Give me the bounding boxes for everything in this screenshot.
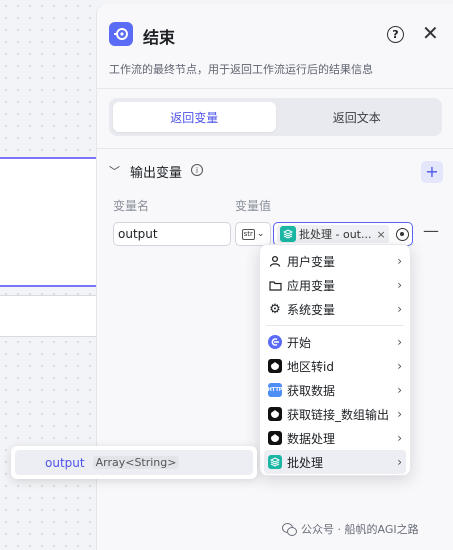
divider [266, 325, 404, 326]
tab-return-text[interactable]: 返回文本 [276, 102, 439, 132]
tab-return-variable[interactable]: 返回变量 [113, 102, 276, 132]
variable-picker-dropdown: 用户变量 › 应用变量 › ⚙ 系统变量 › 开始 › 地区转id › HTTP… [259, 244, 411, 476]
chevron-down-icon[interactable]: ﹀ [109, 163, 120, 179]
menu-item-label: 用户变量 [287, 254, 336, 269]
chevron-right-icon: › [397, 431, 402, 445]
remove-variable-button[interactable]: — [423, 221, 439, 240]
menu-item-user-variables[interactable]: 用户变量 › [264, 249, 406, 273]
clear-reference-icon[interactable]: × [376, 228, 385, 241]
reference-label: 批处理 - out... [299, 228, 372, 241]
folder-icon [268, 278, 282, 292]
chevron-right-icon: › [397, 302, 402, 316]
menu-item-fetch-data[interactable]: HTTP 获取数据 › [264, 378, 406, 402]
menu-item-data-processing[interactable]: 数据处理 › [264, 426, 406, 450]
mode-tabs: 返回变量 返回文本 [109, 98, 442, 136]
gear-icon: ⚙ [269, 301, 281, 317]
reference-tag: 批处理 - out... × [277, 225, 389, 243]
info-icon[interactable]: i [191, 164, 203, 176]
chevron-right-icon: › [397, 455, 402, 469]
help-icon[interactable]: ? [387, 26, 404, 43]
menu-item-fetch-links[interactable]: 获取链接_数组输出 › [264, 402, 406, 426]
divider [97, 88, 453, 89]
chevron-right-icon: › [397, 407, 402, 421]
panel-description: 工作流的最终节点，用于返回工作流运行后的结果信息 [109, 63, 373, 76]
user-icon [268, 254, 282, 268]
add-variable-button[interactable]: + [421, 161, 443, 183]
start-node-icon [268, 335, 282, 349]
output-section-title: 输出变量 [130, 166, 183, 181]
menu-item-app-variables[interactable]: 应用变量 › [264, 273, 406, 297]
divider [97, 148, 453, 149]
chevron-down-icon: ⌄ [256, 229, 265, 239]
panel-title: 结束 [143, 28, 176, 47]
submenu-item-output[interactable]: output Array<String> [15, 450, 253, 475]
watermark: 公众号 · 船帆的AGI之路 [282, 521, 419, 537]
output-type-badge: Array<String> [92, 456, 180, 469]
menu-item-label: 应用变量 [287, 278, 336, 293]
close-icon[interactable]: ✕ [422, 21, 439, 45]
menu-item-label: 获取数据 [287, 383, 336, 398]
variable-reference-field[interactable]: 批处理 - out... × [273, 222, 413, 246]
string-type-icon: str [241, 228, 255, 240]
plugin-icon [268, 359, 282, 373]
menu-item-label: 地区转id [287, 359, 334, 374]
http-icon: HTTP [268, 383, 282, 397]
menu-item-system-variables[interactable]: ⚙ 系统变量 › [264, 297, 406, 321]
menu-item-batch[interactable]: 批处理 › [264, 450, 406, 474]
batch-icon [268, 455, 282, 469]
menu-item-label: 获取链接_数组输出 [287, 407, 390, 422]
submenu-popup: output Array<String> [11, 446, 257, 479]
chevron-right-icon: › [397, 254, 402, 268]
output-name: output [45, 455, 85, 470]
target-icon[interactable] [396, 227, 409, 241]
canvas-node-background [0, 157, 96, 287]
value-type-select[interactable]: str ⌄ [235, 222, 271, 246]
column-header-name: 变量名 [113, 199, 150, 213]
chevron-right-icon: › [397, 278, 402, 292]
chevron-right-icon: › [397, 335, 402, 349]
menu-item-label: 系统变量 [287, 302, 336, 317]
chevron-right-icon: › [397, 359, 402, 373]
menu-item-label: 数据处理 [287, 431, 336, 446]
menu-item-start[interactable]: 开始 › [264, 330, 406, 354]
chevron-right-icon: › [397, 383, 402, 397]
end-node-icon [109, 22, 133, 46]
canvas-node-background-2 [0, 295, 96, 337]
wechat-icon [282, 523, 297, 536]
watermark-text: 公众号 · 船帆的AGI之路 [301, 523, 419, 536]
plugin-icon [268, 431, 282, 445]
menu-item-label: 批处理 [287, 455, 324, 470]
menu-item-label: 开始 [287, 335, 312, 350]
plugin-icon [268, 407, 282, 421]
variable-name-input[interactable]: output [113, 222, 231, 246]
column-header-value: 变量值 [235, 199, 272, 213]
batch-icon [280, 226, 296, 242]
menu-item-region-to-id[interactable]: 地区转id › [264, 354, 406, 378]
